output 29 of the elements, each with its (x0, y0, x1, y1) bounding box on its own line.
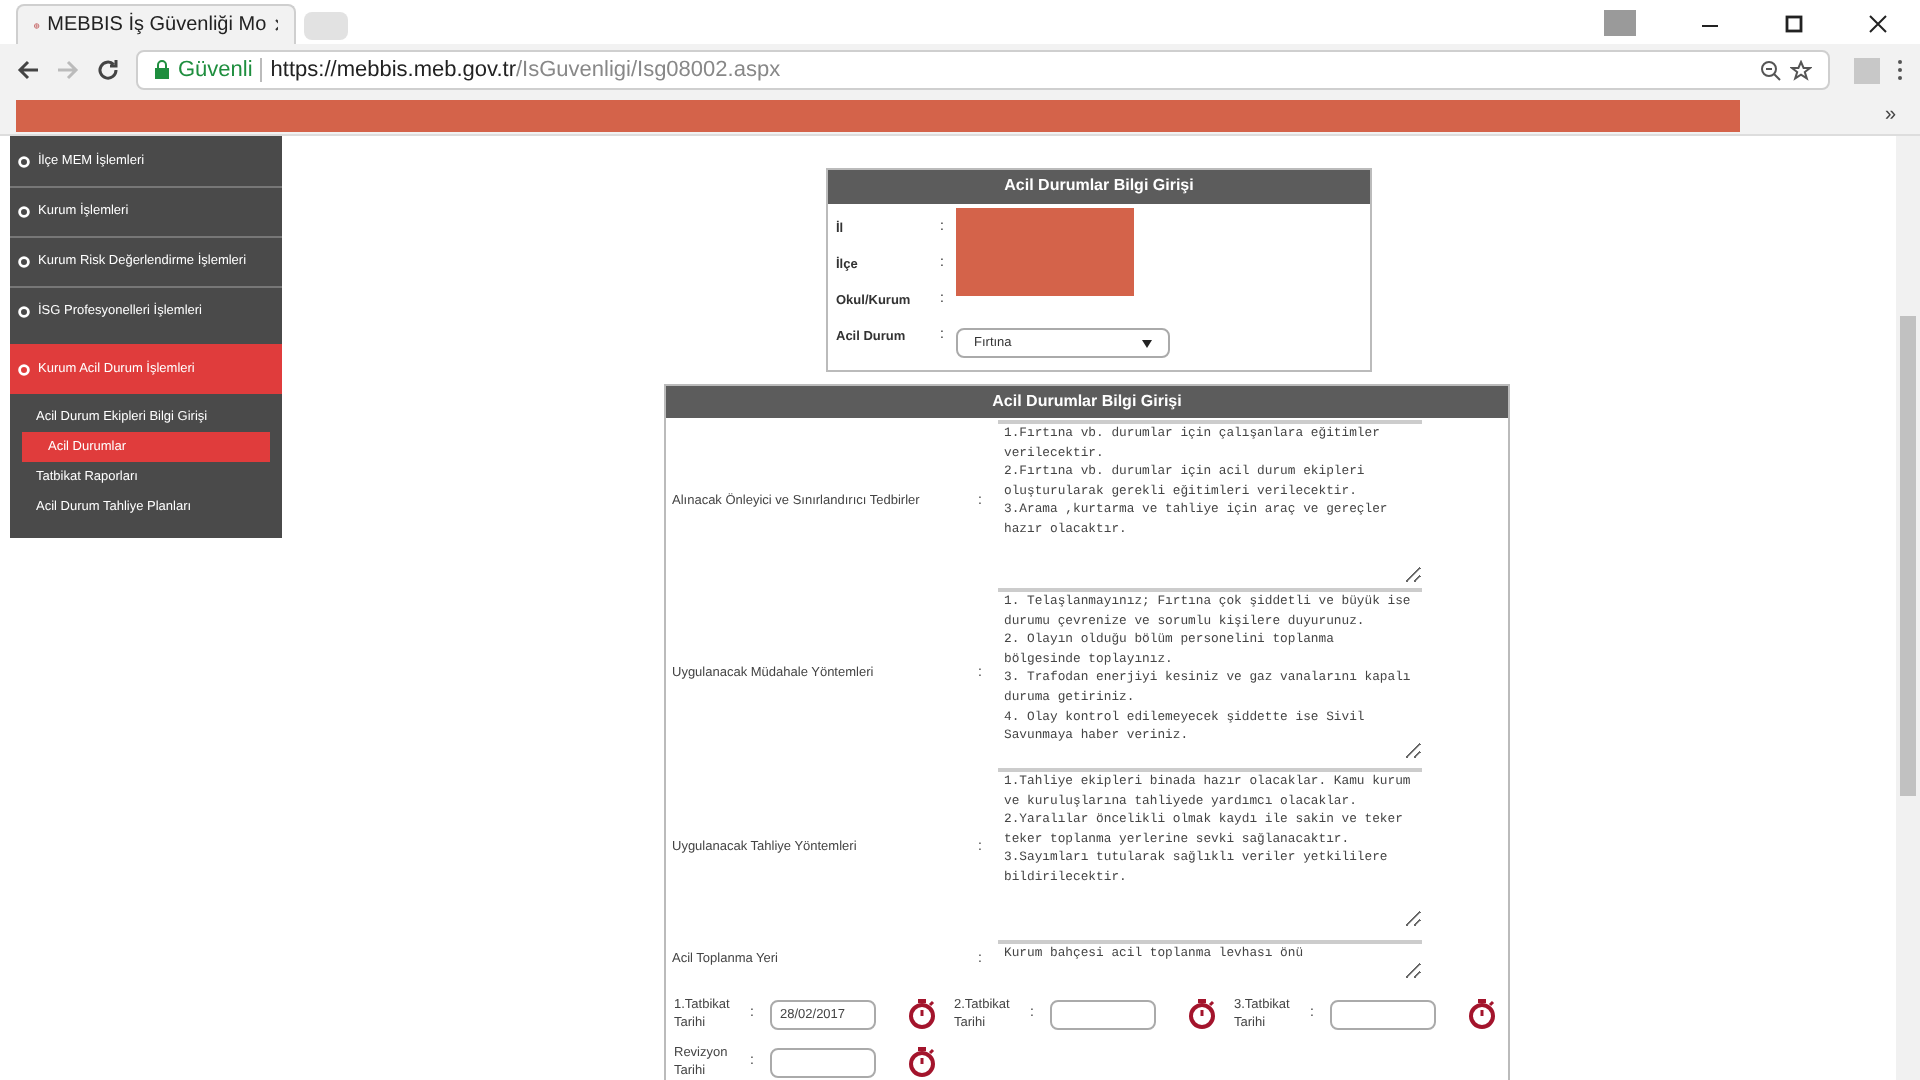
reload-icon[interactable] (96, 58, 120, 82)
url-text: https://mebbis.meb.gov.tr/IsGuvenligi/Isg08002.aspx (270, 55, 781, 86)
caret-icon (1142, 339, 1152, 348)
star-icon[interactable] (1790, 59, 1812, 81)
scrollbar[interactable] (1896, 136, 1920, 1080)
date-field[interactable] (770, 1047, 876, 1077)
bullet-icon (18, 206, 30, 218)
tab-title: MEBBIS İş Güvenliği Mo (47, 10, 267, 40)
bullet-icon (18, 363, 30, 375)
bookmarks-overflow[interactable]: » (1884, 100, 1896, 130)
panel-title: Acil Durumlar Bilgi Girişi (666, 386, 1508, 418)
bullet-icon (18, 155, 30, 167)
security-label: Güvenli (178, 55, 253, 86)
stopwatch-icon[interactable] (908, 1046, 936, 1078)
stopwatch-icon[interactable] (1468, 998, 1496, 1030)
date-field[interactable] (1330, 999, 1436, 1029)
browser-tab[interactable]: MEBBIS İş Güvenliği Mo (16, 4, 296, 44)
back-icon[interactable] (16, 58, 40, 82)
address-bar[interactable]: Güvenli https://mebbis.meb.gov.tr/IsGuvenligi/Isg08002.aspx (136, 50, 1830, 90)
menu-icon[interactable] (1896, 58, 1904, 82)
panel-title: Acil Durumlar Bilgi Girişi (828, 169, 1370, 204)
bullet-icon (18, 306, 30, 318)
stopwatch-icon[interactable] (908, 998, 936, 1030)
maximize-icon[interactable] (1784, 13, 1804, 33)
zoom-icon[interactable] (1760, 59, 1782, 81)
stopwatch-icon[interactable] (1188, 998, 1216, 1030)
date-field[interactable] (1050, 999, 1156, 1029)
lock-icon (154, 60, 170, 80)
bullet-icon (18, 256, 30, 268)
